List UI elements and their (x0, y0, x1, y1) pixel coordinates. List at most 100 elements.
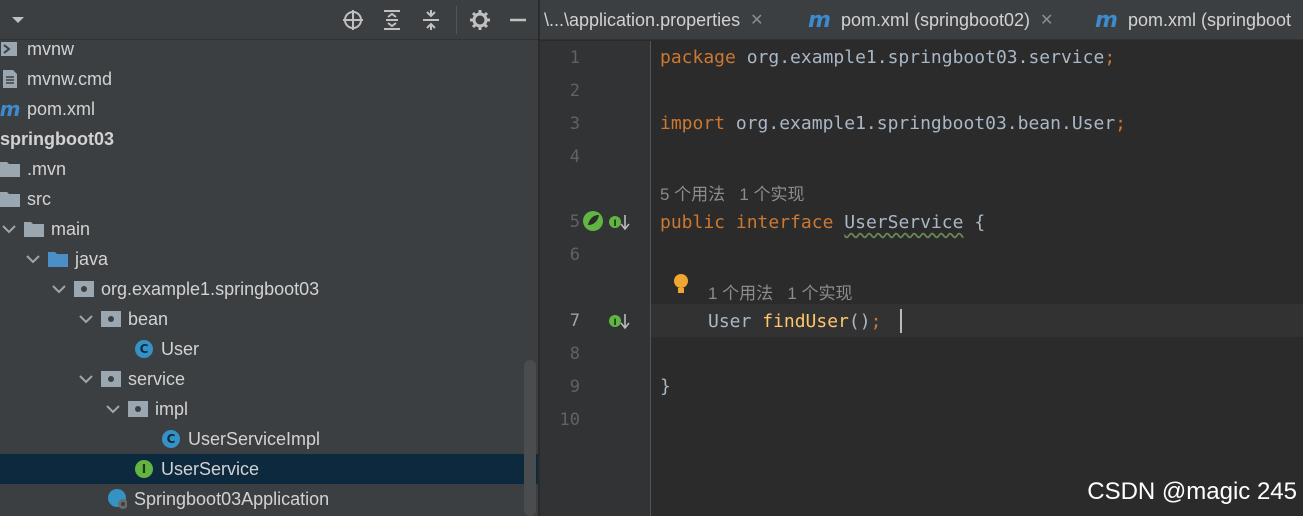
tree-item-label: bean (128, 308, 169, 329)
tree-item-pom-xml[interactable]: m pom.xml (0, 94, 538, 124)
project-panel: mvnw mvnw.cmd m pom.xml springboot03 .mv… (0, 0, 538, 516)
line-number: 8 (569, 344, 580, 364)
svg-text:I: I (613, 318, 616, 328)
tree-item-user-class[interactable]: C User (0, 334, 538, 364)
text-file-icon (0, 69, 20, 89)
minimize-icon[interactable] (506, 8, 530, 32)
package-icon (74, 279, 94, 299)
keyword-interface: interface (735, 212, 834, 233)
maven-icon: m (0, 97, 21, 121)
package-name: org.example1.springboot03.service (735, 47, 1105, 68)
method-name: findUser (762, 311, 849, 332)
interface-name[interactable]: UserService (844, 212, 963, 233)
tree-item-label: springboot03 (0, 128, 115, 149)
chevron-down-icon[interactable] (79, 312, 93, 326)
semicolon: ; (870, 311, 882, 332)
folder-icon (0, 189, 20, 209)
chevron-down-icon[interactable] (106, 402, 120, 416)
tree-item-label: service (128, 368, 186, 389)
code-vision-method[interactable]: 1 个用法 1 个实现 (708, 279, 853, 304)
tree-item-label: User (161, 338, 200, 359)
expand-all-icon[interactable] (380, 8, 404, 32)
crosshair-icon[interactable] (341, 8, 365, 32)
close-brace: } (660, 376, 671, 397)
line-number: 4 (569, 147, 580, 167)
maven-icon: m (808, 7, 831, 33)
close-icon[interactable]: ✕ (750, 10, 763, 30)
chevron-down-icon[interactable] (2, 222, 16, 236)
chevron-down-icon[interactable] (52, 282, 66, 296)
tree-item-userserviceimpl-class[interactable]: C UserServiceImpl (0, 424, 538, 454)
keyword-package: package (660, 47, 736, 68)
code-line-9[interactable]: } (660, 376, 671, 397)
tree-item-mvnw-cmd[interactable]: mvnw.cmd (0, 64, 538, 94)
class-icon: C (134, 339, 154, 359)
tree-item-label: mvnw.cmd (27, 68, 113, 89)
line-number: 6 (569, 245, 580, 265)
editor-gutter[interactable] (540, 41, 651, 516)
gear-icon[interactable] (468, 8, 492, 32)
tree-item-label: java (75, 248, 109, 269)
spring-bean-gutter-icon[interactable] (582, 210, 604, 232)
parentheses: () (848, 311, 871, 332)
implementations-hint[interactable]: 1 个实现 (739, 185, 804, 204)
tree-item-springboot03[interactable]: springboot03 (0, 124, 538, 154)
tab-label: pom.xml (springboot02) (840, 9, 1031, 30)
tree-item-java-folder[interactable]: java (0, 244, 538, 274)
tree-item-label: org.example1.springboot03 (101, 278, 320, 299)
keyword-public: public (660, 212, 726, 233)
lightbulb-icon[interactable] (670, 272, 692, 296)
tree-item-label: src (27, 188, 51, 209)
chevron-down-icon[interactable] (6, 8, 30, 32)
line-number: 9 (569, 377, 580, 397)
tab-label: pom.xml (springboot (1127, 9, 1292, 30)
code-vision-interface[interactable]: 5 个用法 1 个实现 (660, 180, 805, 205)
tree-item-userservice-interface[interactable]: I UserService (0, 454, 538, 484)
tree-item-label: .mvn (27, 158, 67, 179)
open-brace: { (963, 212, 986, 233)
line-number: 3 (569, 114, 580, 134)
chevron-down-icon[interactable] (79, 372, 93, 386)
tree-item-label: pom.xml (27, 98, 96, 119)
code-line-5[interactable]: public interface UserService { (660, 212, 985, 233)
tree-item-main-folder[interactable]: main (0, 214, 538, 244)
tree-item-mvn-folder[interactable]: .mvn (0, 154, 538, 184)
tree-item-bean-package[interactable]: bean (0, 304, 538, 334)
tree-scrollbar[interactable] (524, 360, 536, 516)
tree-item-impl-package[interactable]: impl (0, 394, 538, 424)
line-number: 1 (569, 48, 580, 68)
tree-item-mvnw[interactable]: mvnw (0, 34, 538, 64)
tree-item-service-package[interactable]: service (0, 364, 538, 394)
import-path: org.example1.springboot03.bean.User (725, 113, 1116, 134)
usages-hint[interactable]: 1 个用法 (708, 284, 773, 303)
tree-item-springboot03application[interactable]: Springboot03Application (0, 484, 538, 514)
tree-item-src-folder[interactable]: src (0, 184, 538, 214)
tab-pom-springboot02[interactable]: m pom.xml (springboot02) ✕ (808, 0, 1053, 39)
code-line-1[interactable]: package org.example1.springboot03.servic… (660, 47, 1115, 68)
tree-item-package-root[interactable]: org.example1.springboot03 (0, 274, 538, 304)
maven-icon: m (1095, 7, 1118, 33)
folder-icon (24, 219, 44, 239)
interface-icon: I (134, 459, 154, 479)
tree-item-label: main (51, 218, 91, 239)
spring-boot-class-icon (107, 489, 127, 509)
tree-item-label: impl (155, 398, 189, 419)
gutter-border (650, 41, 651, 516)
code-line-3[interactable]: import org.example1.springboot03.bean.Us… (660, 113, 1126, 134)
close-icon[interactable]: ✕ (1040, 10, 1053, 30)
keyword-import: import (660, 113, 726, 134)
tree-item-label: Springboot03Application (134, 488, 330, 509)
tree-item-label: UserServiceImpl (188, 428, 321, 449)
implemented-by-gutter-icon[interactable]: I (608, 311, 630, 331)
implemented-by-gutter-icon[interactable]: I (608, 212, 630, 232)
code-line-7[interactable]: User findUser(); (708, 311, 881, 332)
line-number: 5 (569, 212, 580, 232)
chevron-down-icon[interactable] (26, 252, 40, 266)
implementations-hint[interactable]: 1 个实现 (787, 284, 852, 303)
collapse-all-icon[interactable] (419, 8, 443, 32)
folder-icon (0, 159, 20, 179)
watermark: CSDN @magic 245 (1087, 478, 1297, 505)
usages-hint[interactable]: 5 个用法 (660, 185, 725, 204)
tab-pom-springboot03[interactable]: m pom.xml (springboot (1095, 0, 1292, 39)
tab-application-properties[interactable]: \...\application.properties ✕ (544, 0, 764, 39)
